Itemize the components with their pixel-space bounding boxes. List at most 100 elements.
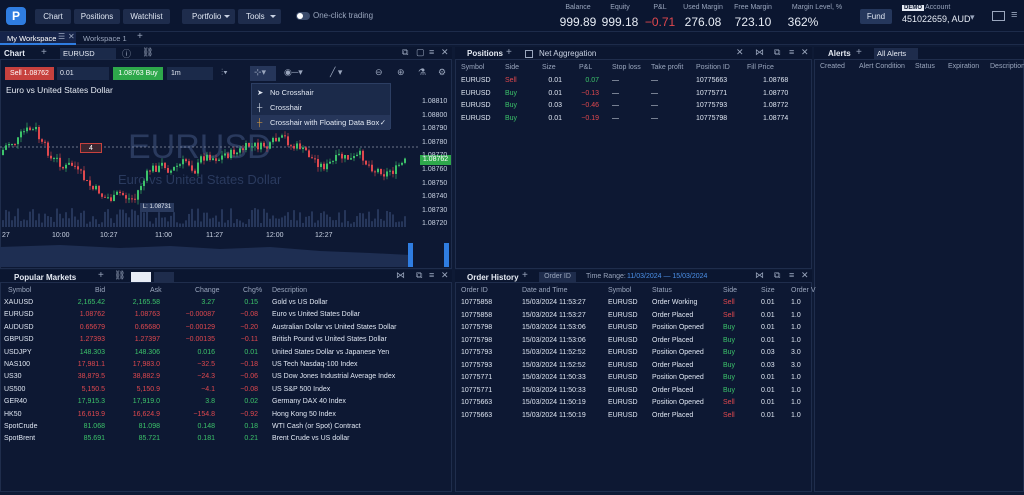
menu-item-crosshair[interactable]: ┼ Crosshair [252,100,390,115]
column-header[interactable]: Status [652,285,672,297]
column-header[interactable]: Symbol [608,285,631,297]
table-row[interactable]: 10775798 15/03/2024 11:53:06 EURUSD Positio… [455,322,812,334]
table-row[interactable]: 10775771 15/03/2024 11:50:33 EURUSD Order P… [455,385,812,397]
indicator-icon[interactable]: ◉─▾ [284,67,303,78]
table-row[interactable]: EURUSD Buy 0.01 −0.19 — — 10775798 1.08774 [455,113,812,125]
panel-menu-icon[interactable]: ≡ [429,270,434,280]
column-header[interactable]: Stop loss [612,62,641,74]
table-row[interactable]: AUDUSD 0.65679 0.65680 −0.00129 −0.20 Austral… [0,322,452,334]
quantity-input[interactable]: 0.01 [57,67,109,80]
column-header[interactable]: Description [272,285,307,297]
panel-menu-icon[interactable]: ≡ [789,270,794,280]
alerts-filter-select[interactable]: All Alerts [874,48,918,59]
table-row[interactable]: 10775858 15/03/2024 11:53:27 EURUSD Order W… [455,297,812,309]
menu-icon[interactable]: ≡ [1011,9,1017,21]
table-row[interactable]: USDJPY 148.303 148.306 0.016 0.01 United Stat… [0,347,452,359]
panel-menu-icon[interactable]: ≡ [429,47,434,57]
column-header[interactable]: Alert Condition [859,63,905,70]
sell-button[interactable]: Sell 1.08762 [5,67,54,80]
tab-close-icon[interactable]: ✕ [68,32,75,41]
table-row[interactable]: 10775858 15/03/2024 11:53:27 EURUSD Order P… [455,310,812,322]
account-selector[interactable]: 451022659, AUD [902,14,971,24]
column-header[interactable]: Fill Price [747,62,774,74]
column-header[interactable]: Position ID [696,62,730,74]
table-row[interactable]: GBPUSD 1.27393 1.27397 −0.00135 −0.11 British… [0,334,452,346]
flask-icon[interactable]: ⚗ [418,67,426,78]
one-click-toggle[interactable] [296,12,310,20]
close-icon[interactable]: ✕ [801,270,809,281]
column-header[interactable]: Order V [791,285,816,297]
table-row[interactable]: EURUSD 1.08762 1.08763 −0.00087 −0.08 Euro vs… [0,309,452,321]
close-icon[interactable]: ✕ [441,270,449,281]
grid-view-icon[interactable] [154,272,174,282]
table-row[interactable]: NAS100 17,981.1 17,983.0 −32.5 −0.18 US Tech … [0,359,452,371]
add-chart-icon[interactable]: + [41,47,47,58]
column-header[interactable]: Side [723,285,737,297]
table-row[interactable]: EURUSD Buy 0.01 −0.13 — — 10775771 1.08770 [455,88,812,100]
column-header[interactable]: Bid [95,285,105,297]
link-icon[interactable]: ⛓ [114,270,125,281]
order-id-filter[interactable]: Order ID [539,272,576,282]
link-icon[interactable]: ⋈ [755,47,764,58]
column-header[interactable]: P&L [579,62,592,74]
order-marker[interactable]: 4 [80,143,102,153]
buy-button[interactable]: 1.08763 Buy [113,67,163,80]
add-position-icon[interactable]: + [506,47,512,58]
column-header[interactable]: Size [761,285,775,297]
close-icon[interactable]: ✕ [441,47,449,58]
table-row[interactable]: 10775663 15/03/2024 11:50:19 EURUSD Order P… [455,410,812,422]
add-alert-icon[interactable]: + [856,47,862,58]
table-row[interactable]: EURUSD Sell 0.01 0.07 — — 10775663 1.08768 [455,75,812,87]
table-row[interactable]: US30 38,879.5 38,882.9 −24.3 −0.06 US Dow Jon… [0,371,452,383]
popout-icon[interactable]: ⧉ [774,47,780,58]
chart-type-icon[interactable]: ⫶▾ [221,67,228,78]
timeframe-select[interactable]: 1m [167,67,213,80]
table-row[interactable]: US500 5,150.5 5,150.9 −4.1 −0.08 US S&P 500 I… [0,384,452,396]
popout-icon[interactable]: ⧉ [416,270,422,281]
table-row[interactable]: XAUUSD 2,165.42 2,165.58 3.27 0.15 Gold vs US… [0,297,452,309]
panel-menu-icon[interactable]: ≡ [789,47,794,57]
zoom-out-icon[interactable]: ⊖ [375,67,383,78]
add-workspace-icon[interactable]: + [137,31,143,42]
column-header[interactable]: Change [195,285,220,297]
link-icon[interactable]: ⋈ [396,270,405,281]
column-header[interactable]: Symbol [8,285,31,297]
menu-item-no-crosshair[interactable]: ➤ No Crosshair [252,85,390,100]
table-row[interactable]: SpotCrude 81.068 81.098 0.148 0.18 WTI Cash (… [0,421,452,433]
symbol-input[interactable]: EURUSD [60,48,116,59]
fund-button[interactable]: Fund [860,9,892,24]
tab-menu-icon[interactable]: ☰ [58,32,65,41]
table-row[interactable]: SpotBrent 85.691 85.721 0.181 0.21 Brent Crud… [0,433,452,445]
column-header[interactable]: Status [915,63,935,70]
column-header[interactable]: Symbol [461,62,484,74]
add-market-icon[interactable]: + [98,270,104,281]
table-row[interactable]: 10775663 15/03/2024 11:50:19 EURUSD Positio… [455,397,812,409]
tab-workspace-1[interactable]: Workspace 1 [83,34,127,43]
table-row[interactable]: 10775798 15/03/2024 11:53:06 EURUSD Order P… [455,335,812,347]
popout-icon[interactable]: ⧉ [402,47,408,58]
close-icon[interactable]: ✕ [801,47,809,58]
net-aggregation-checkbox[interactable] [525,50,533,58]
column-header[interactable]: Ask [150,285,162,297]
markets-title[interactable]: Popular Markets [14,273,76,282]
column-header[interactable]: Description [990,63,1024,70]
column-header[interactable]: Created [820,63,845,70]
nav-positions-button[interactable]: Positions [74,9,120,24]
menu-item-crosshair-floating[interactable]: ┼ Crosshair with Floating Data Box ✓ [252,115,390,130]
maximize-icon[interactable]: ▢ [416,47,425,58]
column-header[interactable]: Chg% [243,285,262,297]
table-row[interactable]: 10775793 15/03/2024 11:52:52 EURUSD Positio… [455,347,812,359]
nav-watchlist-button[interactable]: Watchlist [123,9,170,24]
table-row[interactable]: 10775771 15/03/2024 11:50:33 EURUSD Positio… [455,372,812,384]
portfolio-menu[interactable]: Portfolio [182,9,235,24]
table-row[interactable]: HK50 16,619.9 16,624.9 −154.8 −0.92 Hong Kong… [0,409,452,421]
table-row[interactable]: 10775793 15/03/2024 11:52:52 EURUSD Order P… [455,360,812,372]
column-header[interactable]: Take profit [651,62,683,74]
column-header[interactable]: Expiration [948,63,979,70]
drawing-tool-icon[interactable]: ╱ ▾ [330,67,342,78]
column-header[interactable]: Side [505,62,519,74]
layout-icon[interactable] [992,11,1005,21]
column-header[interactable]: Size [542,62,556,74]
popout-icon[interactable]: ⧉ [774,270,780,281]
settings-gear-icon[interactable]: ⚙ [438,67,446,78]
